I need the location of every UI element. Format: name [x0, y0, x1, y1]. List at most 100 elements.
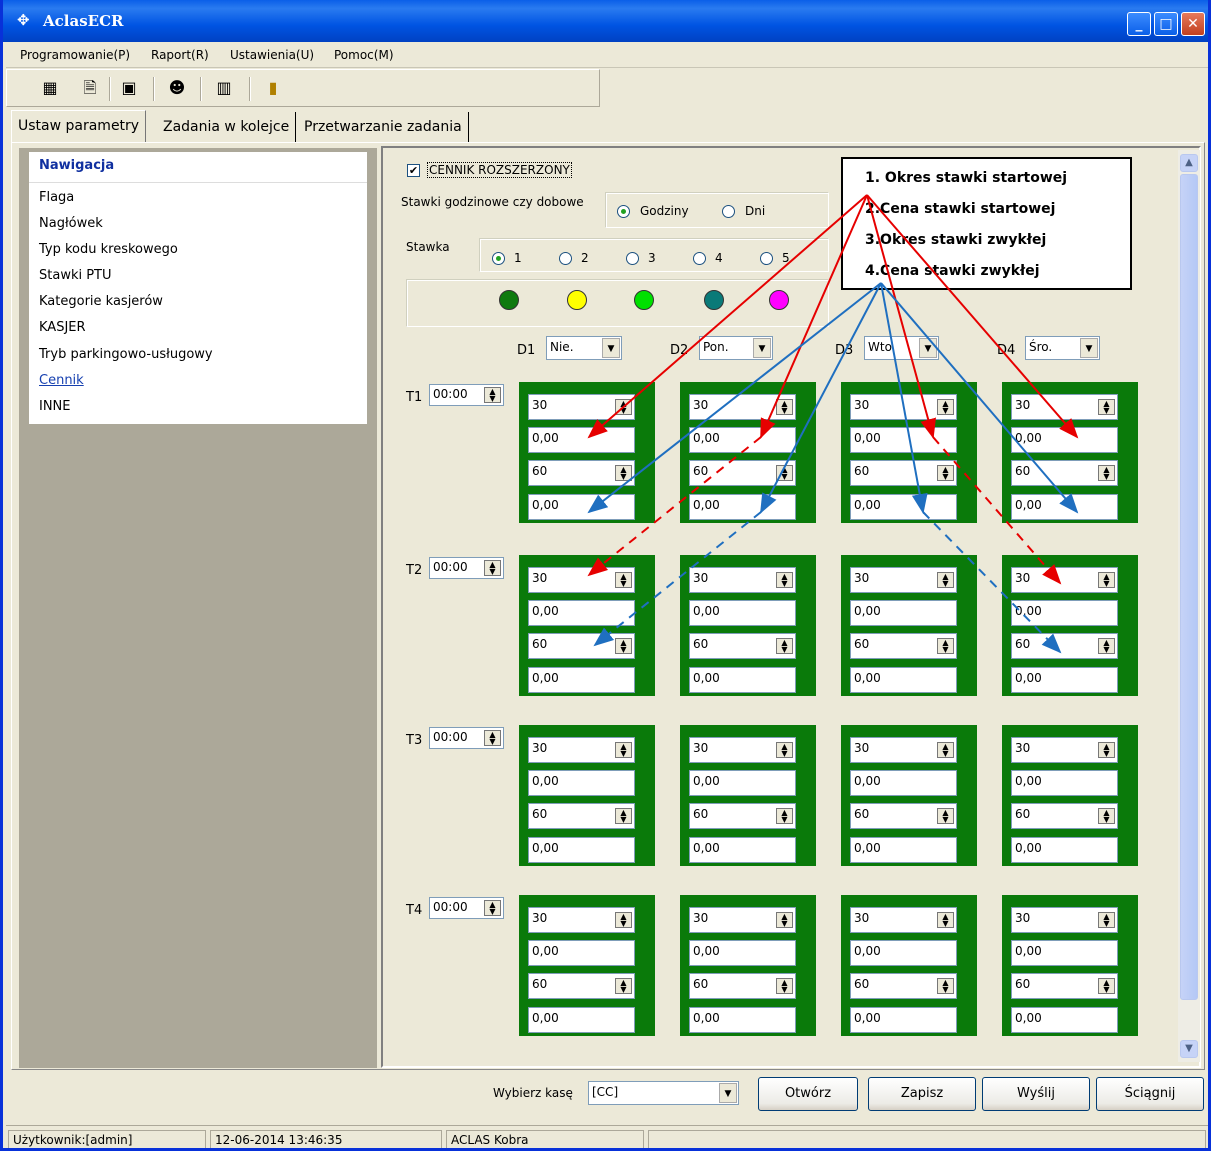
nav-item-cennik[interactable]: Cennik	[39, 373, 84, 388]
rate-type-dni-radio[interactable]	[722, 205, 735, 218]
stawka-2-radio[interactable]	[559, 252, 572, 265]
nav-item-typ-kodu[interactable]: Typ kodu kreskowego	[39, 242, 178, 257]
menu-raport[interactable]: Raport(R)	[151, 48, 209, 62]
save-button[interactable]: Zapisz	[868, 1077, 976, 1111]
spinner-arrows-icon[interactable]: ▲ ▼	[1098, 742, 1115, 758]
regular-price-field[interactable]: 0,00	[850, 1007, 957, 1033]
start-price-field[interactable]: 0,00	[689, 600, 796, 626]
minimize-button[interactable]: _	[1127, 12, 1151, 36]
rate-type-godziny-radio[interactable]	[617, 205, 630, 218]
spinner-arrows-icon[interactable]: ▲ ▼	[1098, 399, 1115, 415]
start-price-field[interactable]: 0,00	[528, 600, 635, 626]
spinner-arrows-icon[interactable]: ▲ ▼	[937, 978, 954, 994]
start-period-field[interactable]: 30 ▲ ▼	[1011, 394, 1118, 420]
start-period-field[interactable]: 30 ▲ ▼	[689, 737, 796, 763]
regular-period-field[interactable]: 60 ▲ ▼	[1011, 973, 1118, 999]
scroll-down-button[interactable]: ▼	[1180, 1040, 1198, 1058]
spinner-arrows-icon[interactable]: ▲ ▼	[484, 730, 501, 746]
regular-period-field[interactable]: 60 ▲ ▼	[850, 973, 957, 999]
regular-period-field[interactable]: 60 ▲ ▼	[1011, 633, 1118, 659]
spinner-arrows-icon[interactable]: ▲ ▼	[484, 560, 501, 576]
day-3-select[interactable]: Wto ▼	[864, 336, 939, 360]
spinner-arrows-icon[interactable]: ▲ ▼	[1098, 808, 1115, 824]
start-price-field[interactable]: 0,00	[850, 427, 957, 453]
start-period-field[interactable]: 30 ▲ ▼	[528, 394, 635, 420]
regular-price-field[interactable]: 0,00	[689, 667, 796, 693]
start-price-field[interactable]: 0,00	[528, 427, 635, 453]
time-2-spinner[interactable]: 00:00 ▲ ▼	[429, 557, 504, 579]
spinner-arrows-icon[interactable]: ▲ ▼	[776, 638, 793, 654]
monitor-icon[interactable]: ▣	[119, 78, 139, 98]
spinner-arrows-icon[interactable]: ▲ ▼	[937, 742, 954, 758]
spinner-arrows-icon[interactable]: ▲ ▼	[615, 572, 632, 588]
tab-zadania-w-kolejce[interactable]: Zadania w kolejce	[157, 112, 297, 142]
nav-item-flaga[interactable]: Flaga	[39, 190, 74, 205]
regular-price-field[interactable]: 0,00	[528, 494, 635, 520]
start-period-field[interactable]: 30 ▲ ▼	[850, 907, 957, 933]
start-price-field[interactable]: 0,00	[850, 770, 957, 796]
spinner-arrows-icon[interactable]: ▲ ▼	[776, 465, 793, 481]
time-3-spinner[interactable]: 00:00 ▲ ▼	[429, 727, 504, 749]
start-period-field[interactable]: 30 ▲ ▼	[689, 567, 796, 593]
start-price-field[interactable]: 0,00	[1011, 600, 1118, 626]
regular-price-field[interactable]: 0,00	[689, 494, 796, 520]
regular-period-field[interactable]: 60 ▲ ▼	[1011, 803, 1118, 829]
register-select[interactable]: [CC] ▼	[588, 1081, 739, 1105]
regular-period-field[interactable]: 60 ▲ ▼	[689, 973, 796, 999]
start-period-field[interactable]: 30 ▲ ▼	[689, 394, 796, 420]
regular-price-field[interactable]: 0,00	[1011, 837, 1118, 863]
regular-period-field[interactable]: 60 ▲ ▼	[1011, 460, 1118, 486]
spinner-arrows-icon[interactable]: ▲ ▼	[1098, 572, 1115, 588]
close-button[interactable]: ✕	[1181, 12, 1205, 36]
spinner-arrows-icon[interactable]: ▲ ▼	[615, 978, 632, 994]
regular-period-field[interactable]: 60 ▲ ▼	[689, 633, 796, 659]
regular-period-field[interactable]: 60 ▲ ▼	[528, 633, 635, 659]
start-period-field[interactable]: 30 ▲ ▼	[850, 394, 957, 420]
maximize-button[interactable]: □	[1154, 12, 1178, 36]
day-2-select[interactable]: Pon. ▼	[699, 336, 773, 360]
regular-period-field[interactable]: 60 ▲ ▼	[689, 460, 796, 486]
nav-item-inne[interactable]: INNE	[39, 399, 71, 414]
stawka-1-radio[interactable]	[492, 252, 505, 265]
download-button[interactable]: Ściągnij	[1096, 1077, 1204, 1111]
spinner-arrows-icon[interactable]: ▲ ▼	[615, 808, 632, 824]
regular-price-field[interactable]: 0,00	[1011, 1007, 1118, 1033]
extended-pricelist-checkbox[interactable]: ✔	[407, 164, 420, 177]
spinner-arrows-icon[interactable]: ▲ ▼	[776, 912, 793, 928]
start-period-field[interactable]: 30 ▲ ▼	[850, 567, 957, 593]
start-price-field[interactable]: 0,00	[689, 940, 796, 966]
regular-price-field[interactable]: 0,00	[528, 837, 635, 863]
regular-price-field[interactable]: 0,00	[689, 1007, 796, 1033]
regular-period-field[interactable]: 60 ▲ ▼	[689, 803, 796, 829]
start-price-field[interactable]: 0,00	[528, 940, 635, 966]
spinner-arrows-icon[interactable]: ▲ ▼	[937, 572, 954, 588]
start-period-field[interactable]: 30 ▲ ▼	[689, 907, 796, 933]
start-price-field[interactable]: 0,00	[689, 770, 796, 796]
spinner-arrows-icon[interactable]: ▲ ▼	[1098, 978, 1115, 994]
start-price-field[interactable]: 0,00	[1011, 940, 1118, 966]
spinner-arrows-icon[interactable]: ▲ ▼	[776, 978, 793, 994]
start-period-field[interactable]: 30 ▲ ▼	[528, 737, 635, 763]
start-price-field[interactable]: 0,00	[850, 600, 957, 626]
regular-price-field[interactable]: 0,00	[850, 837, 957, 863]
start-period-field[interactable]: 30 ▲ ▼	[528, 907, 635, 933]
day-1-select[interactable]: Nie. ▼	[546, 336, 622, 360]
regular-price-field[interactable]: 0,00	[1011, 667, 1118, 693]
regular-period-field[interactable]: 60 ▲ ▼	[528, 803, 635, 829]
regular-period-field[interactable]: 60 ▲ ▼	[528, 460, 635, 486]
spinner-arrows-icon[interactable]: ▲ ▼	[937, 465, 954, 481]
send-button[interactable]: Wyślij	[982, 1077, 1090, 1111]
spinner-arrows-icon[interactable]: ▲ ▼	[615, 912, 632, 928]
building-icon[interactable]: ▥	[214, 78, 234, 98]
spinner-arrows-icon[interactable]: ▲ ▼	[615, 399, 632, 415]
nav-item-kasjer[interactable]: KASJER	[39, 320, 86, 335]
spinner-arrows-icon[interactable]: ▲ ▼	[937, 912, 954, 928]
document-icon[interactable]: 🗎	[80, 78, 100, 98]
nav-item-naglowek[interactable]: Nagłówek	[39, 216, 103, 231]
table-icon[interactable]: ▦	[40, 78, 60, 98]
menu-pomoc[interactable]: Pomoc(M)	[334, 48, 394, 62]
regular-price-field[interactable]: 0,00	[850, 667, 957, 693]
spinner-arrows-icon[interactable]: ▲ ▼	[937, 638, 954, 654]
regular-period-field[interactable]: 60 ▲ ▼	[528, 973, 635, 999]
spinner-arrows-icon[interactable]: ▲ ▼	[937, 808, 954, 824]
